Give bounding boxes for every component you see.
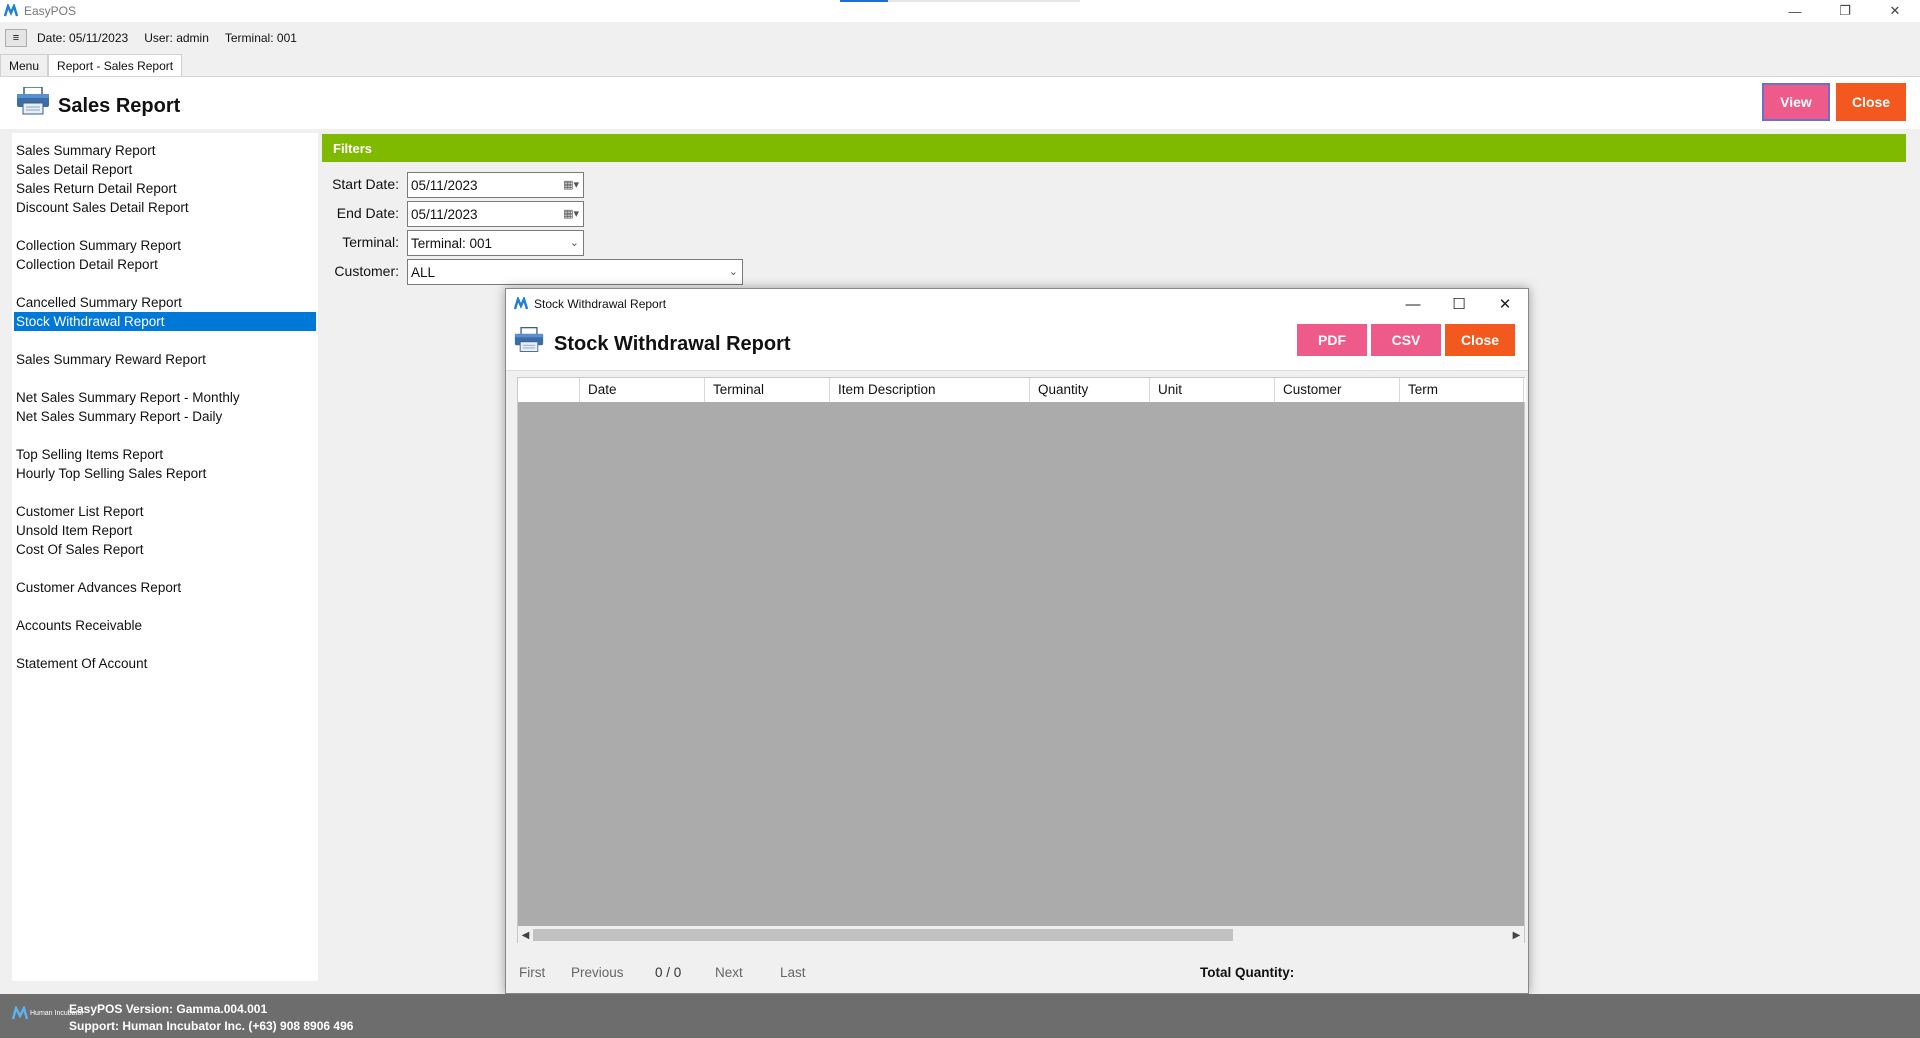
chevron-down-icon: ⌄ — [728, 266, 738, 278]
loading-indicator — [840, 0, 1080, 2]
window-titlebar: EasyPOS — ❐ ✕ — [0, 0, 1920, 22]
report-item-stock-withdrawal[interactable]: Stock Withdrawal Report — [14, 312, 316, 331]
column-header-item-description[interactable]: Item Description — [830, 378, 1030, 402]
previous-page-button[interactable]: Previous — [571, 965, 624, 980]
scroll-right-icon[interactable]: ▶ — [1509, 926, 1524, 944]
menu-toggle-button[interactable]: ≡ — [5, 29, 27, 47]
report-list: Sales Summary Report Sales Detail Report… — [12, 133, 318, 981]
report-item-hourly-top-selling[interactable]: Hourly Top Selling Sales Report — [14, 464, 316, 483]
report-item-cost-of-sales[interactable]: Cost Of Sales Report — [14, 540, 316, 559]
easypos-logo-icon — [4, 4, 18, 17]
start-date-picker[interactable]: 05/11/2023 ▦▾ — [407, 172, 584, 198]
close-dialog-icon[interactable]: ✕ — [1482, 289, 1528, 319]
tab-strip: Menu Report - Sales Report — [0, 54, 1920, 76]
close-button[interactable]: Close — [1836, 83, 1906, 121]
easypos-logo-icon — [514, 297, 528, 310]
report-item-accounts-receivable[interactable]: Accounts Receivable — [14, 616, 316, 635]
pagination-bar: First Previous 0 / 0 Next Last Total Qua… — [506, 949, 1528, 993]
column-header-terminal[interactable]: Terminal — [705, 378, 830, 402]
end-date-picker[interactable]: 05/11/2023 ▦▾ — [407, 201, 584, 227]
report-item-customer-list[interactable]: Customer List Report — [14, 502, 316, 521]
page-indicator: 0 / 0 — [655, 965, 682, 980]
scroll-left-icon[interactable]: ◀ — [518, 926, 533, 944]
minimize-icon[interactable]: — — [1390, 289, 1436, 319]
dialog-title: Stock Withdrawal Report — [554, 333, 791, 355]
session-terminal: Terminal: 001 — [224, 31, 297, 45]
tab-menu[interactable]: Menu — [0, 54, 49, 76]
report-item-discount-sales-detail[interactable]: Discount Sales Detail Report — [14, 198, 316, 217]
report-item-sales-return-detail[interactable]: Sales Return Detail Report — [14, 179, 316, 198]
column-header-unit[interactable]: Unit — [1150, 378, 1275, 402]
report-item-top-selling-items[interactable]: Top Selling Items Report — [14, 445, 316, 464]
report-item-customer-advances[interactable]: Customer Advances Report — [14, 578, 316, 597]
customer-value: ALL — [411, 264, 436, 280]
minimize-icon[interactable]: — — [1770, 0, 1820, 22]
scroll-thumb[interactable] — [533, 929, 1233, 941]
report-item-net-sales-monthly[interactable]: Net Sales Summary Report - Monthly — [14, 388, 316, 407]
maximize-icon[interactable]: ☐ — [1436, 289, 1482, 319]
first-page-button[interactable]: First — [519, 965, 545, 980]
status-bar: Human Incubator EasyPOS Version: Gamma.0… — [0, 994, 1920, 1038]
window-title: EasyPOS — [24, 4, 77, 18]
filters-header: Filters — [322, 134, 1906, 162]
session-user: User: admin — [144, 31, 209, 45]
human-incubator-logo-icon — [12, 1006, 28, 1020]
close-window-icon[interactable]: ✕ — [1870, 0, 1920, 22]
printer-icon — [17, 87, 49, 115]
next-page-button[interactable]: Next — [715, 965, 743, 980]
report-item-collection-detail[interactable]: Collection Detail Report — [14, 255, 316, 274]
terminal-value: Terminal: 001 — [411, 235, 493, 251]
last-page-button[interactable]: Last — [780, 965, 806, 980]
end-date-label: End Date: — [336, 205, 399, 221]
column-header-date[interactable]: Date — [580, 378, 705, 402]
calendar-icon[interactable]: ▦▾ — [563, 207, 579, 220]
restore-icon[interactable]: ❐ — [1820, 0, 1870, 22]
dialog-titlebar: Stock Withdrawal Report — ☐ ✕ — [506, 289, 1528, 319]
total-quantity-label: Total Quantity: — [1200, 965, 1295, 980]
report-item-cancelled-summary[interactable]: Cancelled Summary Report — [14, 293, 316, 312]
session-date: Date: 05/11/2023 — [37, 31, 129, 45]
report-item-net-sales-daily[interactable]: Net Sales Summary Report - Daily — [14, 407, 316, 426]
report-grid[interactable]: Date Terminal Item Description Quantity … — [517, 377, 1526, 944]
page-header: Sales Report View Close — [0, 77, 1920, 129]
tab-sales-report[interactable]: Report - Sales Report — [48, 54, 183, 76]
hamburger-icon: ≡ — [12, 32, 20, 44]
report-item-collection-summary[interactable]: Collection Summary Report — [14, 236, 316, 255]
pdf-button[interactable]: PDF — [1297, 324, 1367, 356]
column-header-select[interactable] — [518, 378, 580, 402]
terminal-select[interactable]: Terminal: 001 ⌄ — [407, 230, 584, 256]
page-title: Sales Report — [58, 95, 181, 117]
session-infobar: ≡ Date: 05/11/2023 User: admin Terminal:… — [0, 22, 1920, 54]
terminal-label: Terminal: — [342, 234, 399, 250]
csv-button[interactable]: CSV — [1371, 324, 1441, 356]
report-item-sales-summary-reward[interactable]: Sales Summary Reward Report — [14, 350, 316, 369]
support-text: Support: Human Incubator Inc. (+63) 908 … — [69, 1019, 354, 1033]
column-header-customer[interactable]: Customer — [1275, 378, 1400, 402]
calendar-icon[interactable]: ▦▾ — [563, 178, 579, 191]
column-header-quantity[interactable]: Quantity — [1030, 378, 1150, 402]
dialog-header: Stock Withdrawal Report PDF CSV Close — [506, 319, 1528, 371]
report-item-unsold-item[interactable]: Unsold Item Report — [14, 521, 316, 540]
column-header-term[interactable]: Term — [1400, 378, 1524, 402]
customer-select[interactable]: ALL ⌄ — [407, 259, 743, 285]
report-item-sales-detail[interactable]: Sales Detail Report — [14, 160, 316, 179]
start-date-label: Start Date: — [332, 176, 399, 192]
horizontal-scrollbar[interactable]: ◀ ▶ — [518, 926, 1524, 944]
dialog-close-button[interactable]: Close — [1445, 324, 1515, 356]
dialog-window-title: Stock Withdrawal Report — [534, 297, 667, 311]
version-text: EasyPOS Version: Gamma.004.001 — [69, 1002, 268, 1016]
customer-label: Customer: — [334, 263, 399, 279]
start-date-value: 05/11/2023 — [411, 177, 478, 193]
printer-icon — [514, 327, 544, 352]
report-item-statement-of-account[interactable]: Statement Of Account — [14, 654, 316, 673]
chevron-down-icon: ⌄ — [569, 237, 579, 249]
report-item-sales-summary[interactable]: Sales Summary Report — [14, 141, 316, 160]
grid-header: Date Terminal Item Description Quantity … — [518, 378, 1526, 402]
end-date-value: 05/11/2023 — [411, 206, 478, 222]
view-button[interactable]: View — [1762, 83, 1830, 121]
stock-withdrawal-dialog: Stock Withdrawal Report — ☐ ✕ Stock With… — [505, 288, 1529, 994]
